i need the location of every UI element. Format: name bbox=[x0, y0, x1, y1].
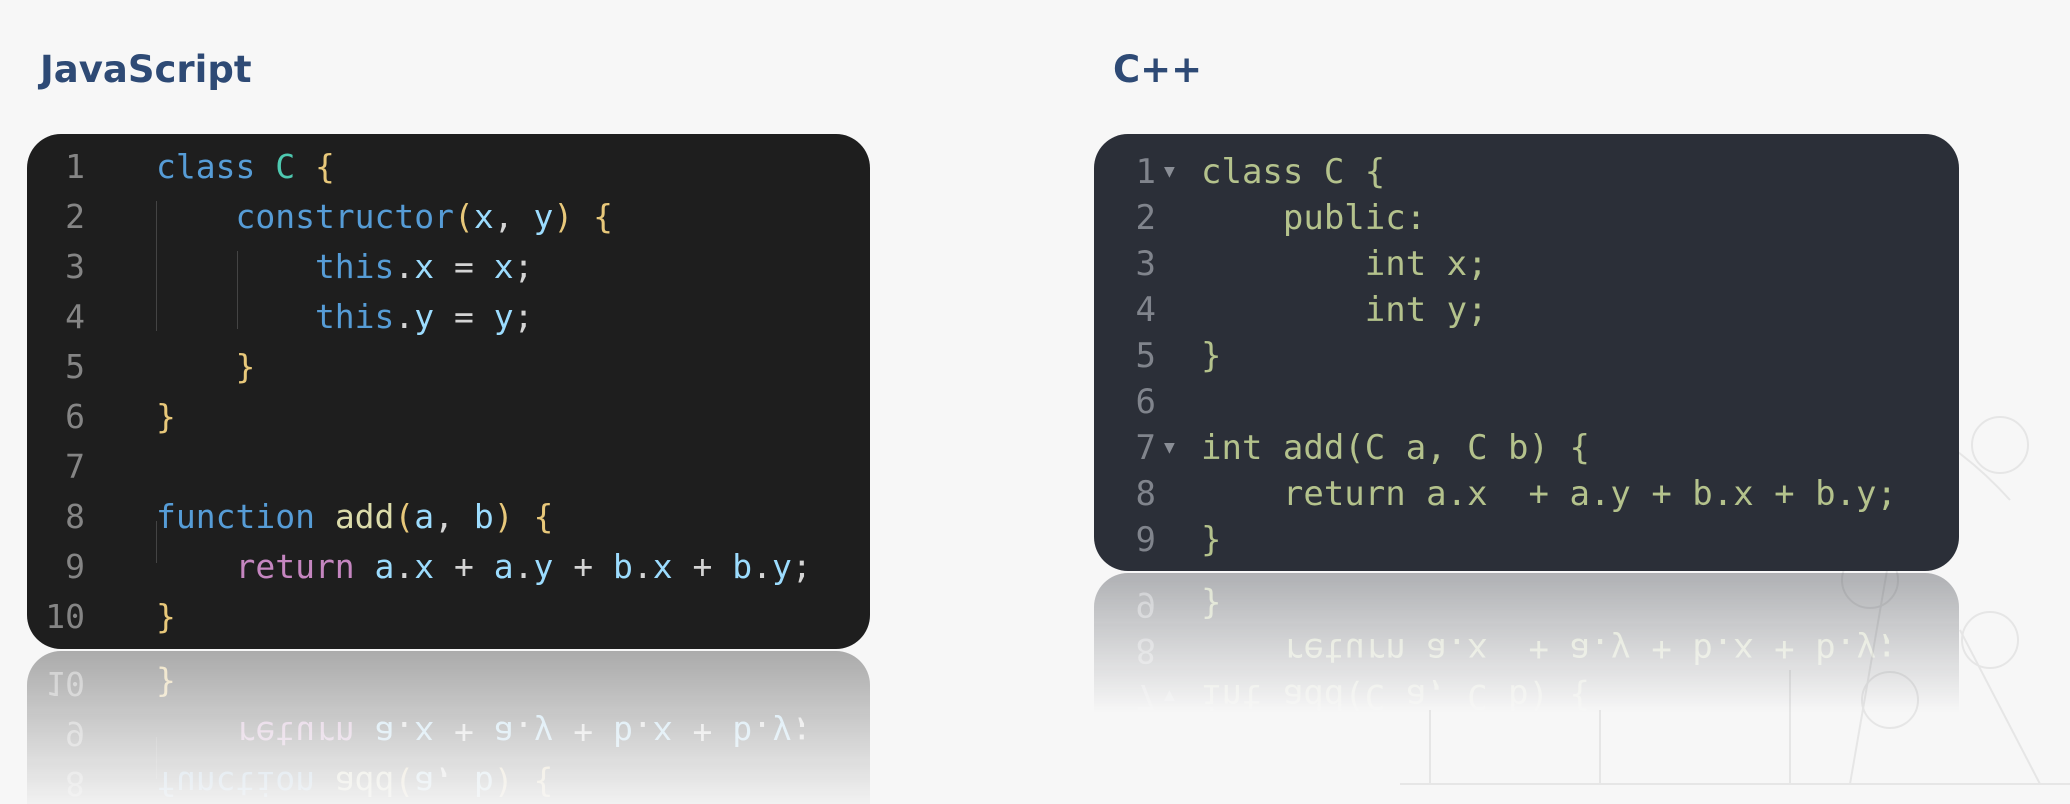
code-token: a bbox=[374, 547, 395, 586]
code-token: . bbox=[513, 547, 534, 586]
javascript-code-panel: 1 class C {2 constructor(x, y) {3 this.x … bbox=[27, 134, 870, 649]
code-token: } bbox=[156, 597, 176, 636]
code-token: ; bbox=[791, 547, 812, 586]
code-text: } bbox=[1201, 520, 1222, 560]
line-number: 5 bbox=[1135, 336, 1156, 376]
code-token: . bbox=[752, 547, 772, 586]
fold-toggle-icon[interactable]: ▼ bbox=[1164, 149, 1175, 195]
javascript-title: JavaScript bbox=[40, 48, 252, 91]
code-token: ( bbox=[394, 497, 415, 536]
code-token: y bbox=[414, 297, 435, 336]
line-number: 10 bbox=[45, 597, 85, 636]
code-text: } bbox=[156, 394, 176, 440]
code-text: return a.x + a.y + b.x + b.y; bbox=[1201, 474, 1897, 514]
code-token: ) bbox=[553, 197, 574, 236]
code-token: a bbox=[414, 497, 435, 536]
line-number: 7 bbox=[1135, 428, 1156, 468]
code-text: constructor(x, y) { bbox=[156, 194, 613, 240]
cpp-code-panel: 1 ▼ class C {2 public: 3 int x; 4 int y; 5} 6 7… bbox=[1094, 134, 1959, 571]
line-number: 6 bbox=[1135, 382, 1156, 422]
code-token: x bbox=[652, 547, 673, 586]
code-token: b bbox=[613, 547, 633, 586]
code-text: function add(a, b) { bbox=[156, 494, 553, 540]
code-token: y bbox=[533, 547, 554, 586]
code-token: , bbox=[493, 197, 534, 236]
code-token: x bbox=[414, 547, 435, 586]
code-token: . bbox=[394, 547, 415, 586]
line-number: 1 bbox=[1135, 152, 1156, 192]
line-number: 8 bbox=[65, 497, 85, 536]
code-token: x bbox=[493, 247, 514, 286]
code-token: { bbox=[533, 497, 554, 536]
code-token: ( bbox=[454, 197, 474, 236]
code-token: constructor bbox=[156, 197, 455, 236]
code-token: ; bbox=[513, 297, 534, 336]
code-token: a bbox=[493, 547, 514, 586]
code-text: class C { bbox=[156, 144, 335, 190]
line-number: 6 bbox=[65, 397, 85, 436]
code-token: x bbox=[473, 197, 494, 236]
line-number: 5 bbox=[65, 347, 85, 386]
code-token: this bbox=[156, 297, 395, 336]
line-number: 4 bbox=[65, 297, 85, 336]
code-text: int y; bbox=[1201, 290, 1488, 330]
code-text: } bbox=[156, 594, 176, 640]
code-text: int add(C a, C b) { bbox=[1201, 428, 1590, 468]
line-number: 7 bbox=[65, 447, 85, 486]
line-number: 9 bbox=[65, 547, 85, 586]
code-token: + bbox=[672, 547, 733, 586]
code-token: = bbox=[434, 247, 494, 286]
code-token: y bbox=[533, 197, 554, 236]
code-token: add bbox=[334, 497, 395, 536]
code-token: . bbox=[632, 547, 653, 586]
code-token: b bbox=[732, 547, 753, 586]
line-number: 8 bbox=[1135, 474, 1156, 514]
code-token: + bbox=[553, 547, 614, 586]
code-text: } bbox=[1201, 336, 1222, 376]
line-number: 3 bbox=[65, 247, 85, 286]
code-token: b bbox=[473, 497, 494, 536]
line-number: 9 bbox=[1135, 520, 1156, 560]
code-token: } bbox=[156, 397, 176, 436]
code-text: return a.x + a.y + b.x + b.y; bbox=[156, 544, 812, 590]
code-text: } bbox=[156, 344, 255, 390]
code-text: this.y = y; bbox=[156, 294, 534, 340]
code-text: this.x = x; bbox=[156, 244, 534, 290]
code-token: + bbox=[434, 547, 494, 586]
code-token: C bbox=[275, 147, 315, 186]
code-token: ) bbox=[493, 497, 514, 536]
line-number: 2 bbox=[65, 197, 85, 236]
code-token: , bbox=[434, 497, 474, 536]
code-text: public: bbox=[1201, 198, 1427, 238]
line-number: 2 bbox=[1135, 198, 1156, 238]
code-token: y bbox=[493, 297, 514, 336]
code-token: ; bbox=[513, 247, 534, 286]
code-text: int x; bbox=[1201, 244, 1488, 284]
code-token: . bbox=[394, 297, 415, 336]
code-token: class bbox=[156, 147, 276, 186]
code-token: = bbox=[434, 297, 494, 336]
code-token: function bbox=[156, 497, 335, 536]
code-token: this bbox=[156, 247, 395, 286]
line-number: 4 bbox=[1135, 290, 1156, 330]
code-text: class C { bbox=[1201, 152, 1386, 192]
line-number: 3 bbox=[1135, 244, 1156, 284]
line-number: 1 bbox=[65, 147, 85, 186]
fold-toggle-icon[interactable]: ▼ bbox=[1164, 425, 1175, 471]
code-token: return bbox=[156, 547, 375, 586]
code-token: . bbox=[394, 247, 415, 286]
cpp-title: C++ bbox=[1113, 48, 1203, 91]
code-token: x bbox=[414, 247, 435, 286]
code-token: { bbox=[314, 147, 335, 186]
code-token: { bbox=[593, 197, 614, 236]
code-token: y bbox=[772, 547, 792, 586]
code-token: } bbox=[156, 347, 256, 386]
